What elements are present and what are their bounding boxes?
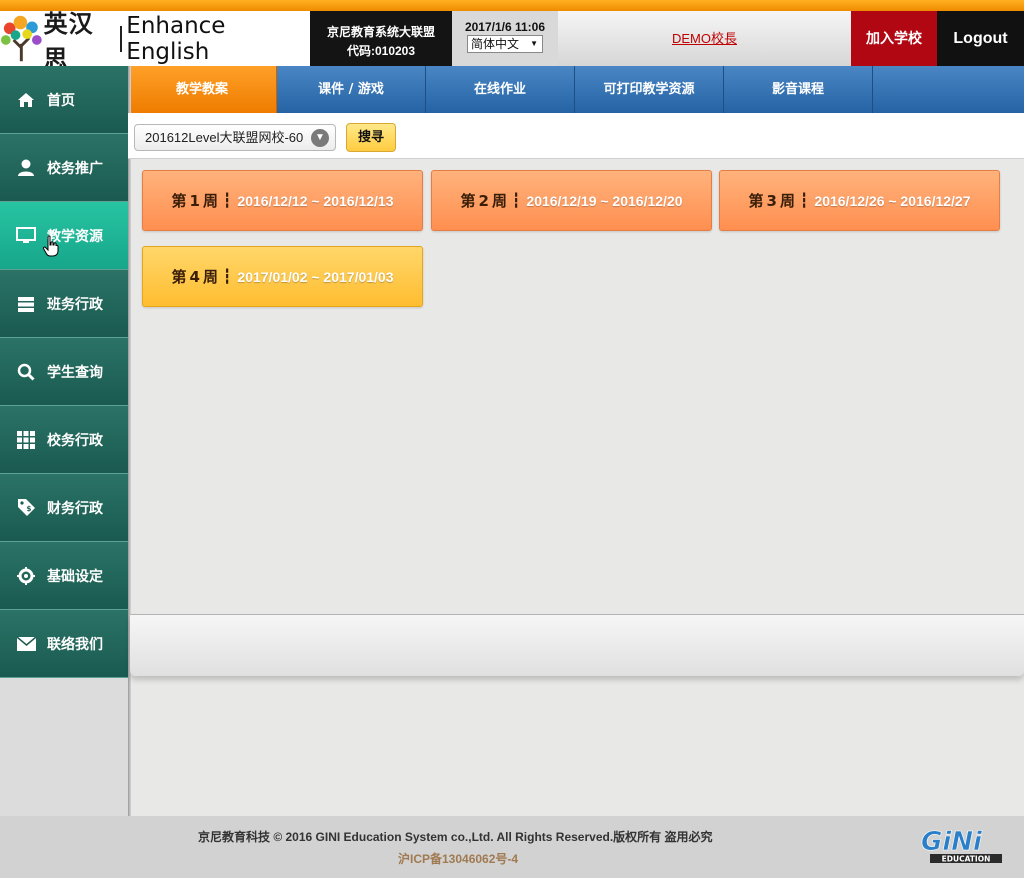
sidebar-item-label: 学生查询 [47,364,103,381]
user-profile-link[interactable]: DEMO校長 [672,31,737,46]
search-icon [16,362,36,382]
sidebar-item-settings[interactable]: 基础设定 [0,542,128,610]
user-icon [16,158,36,178]
icp-license-link[interactable]: 沪ICP备13046062号-4 [398,850,518,867]
monitor-icon [16,226,36,246]
logo-english-text: Enhance English [126,12,226,65]
header: 英汉思 Enhance English 京尼教育系统大联盟 代码:010203 … [0,10,1024,73]
tree-logo-icon [0,15,42,61]
tab-online-homework[interactable]: 在线作业 [426,66,575,113]
week-button-3[interactable]: 第 3 周 ┇ 2016/12/26 ~ 2016/12/27 [719,170,1000,231]
user-box: DEMO校長 [558,11,851,66]
week-suffix: 周 [779,192,795,210]
grid-icon [16,430,36,450]
gini-education-logo: GiNi EDUCATION [921,827,1002,864]
price-tag-icon: $ [16,498,36,518]
sidebar: 首页 校务推广 教学资源 班务行政 学生查询 校务行政 $ 财务行政 基础设定 … [0,66,128,678]
copyright-text: 京尼教育科技 © 2016 GINI Education System co.,… [198,830,713,844]
current-datetime: 2017/1/6 11:06 [464,20,546,34]
week-prefix: 第 [171,268,187,286]
logo-chinese-text: 英汉思 [43,9,94,73]
week-suffix: 周 [202,192,218,210]
sidebar-item-label: 首页 [47,92,75,109]
envelope-icon [16,634,36,654]
sidebar-item-class-admin[interactable]: 班务行政 [0,270,128,338]
tab-courseware-games[interactable]: 课件 / 游戏 [277,66,426,113]
dropdown-arrow-icon: ▼ [530,39,538,48]
week-button-4[interactable]: 第 4 周 ┇ 2017/01/02 ~ 2017/01/03 [142,246,423,307]
filter-bar: 201612Level大联盟网校-60 ▼ 搜寻 [128,113,1024,159]
sidebar-item-label: 联络我们 [47,636,103,653]
content-footer-panel [130,614,1024,676]
brand-sub-text: EDUCATION [942,855,991,864]
school-name: 京尼教育系统大联盟 [326,25,435,39]
week-separator: ┇ [799,192,809,208]
sidebar-item-finance[interactable]: $ 财务行政 [0,474,128,542]
week-separator: ┇ [511,192,521,208]
week-suffix: 周 [491,192,507,210]
tab-printable-resources[interactable]: 可打印教学资源 [575,66,724,113]
class-select-value: 201612Level大联盟网校-60 [145,130,304,145]
week-suffix: 周 [202,268,218,286]
week-date-range: 2017/01/02 ~ 2017/01/03 [237,268,394,285]
svg-text:$: $ [26,505,31,513]
sidebar-item-teaching-resources[interactable]: 教学资源 [0,202,128,270]
week-prefix: 第 [171,192,187,210]
home-icon [16,90,36,110]
week-button-1[interactable]: 第 1 周 ┇ 2016/12/12 ~ 2016/12/13 [142,170,423,231]
brand-text: GiNi [921,827,983,857]
school-code: 代码:010203 [346,44,416,58]
search-button[interactable]: 搜寻 [346,123,396,152]
sidebar-item-home[interactable]: 首页 [0,66,128,134]
week-prefix: 第 [460,192,476,210]
gear-icon [16,566,36,586]
week-button-2[interactable]: 第 2 周 ┇ 2016/12/19 ~ 2016/12/20 [431,170,712,231]
tab-lesson-plans[interactable]: 教学教案 [128,66,277,113]
class-select[interactable]: 201612Level大联盟网校-60 ▼ [134,124,336,151]
week-prefix: 第 [748,192,764,210]
sidebar-item-promotion[interactable]: 校务推广 [0,134,128,202]
tab-video-courses[interactable]: 影音课程 [724,66,873,113]
week-number: 3 [766,191,777,210]
week-separator: ┇ [222,268,232,284]
sidebar-item-label: 校务行政 [47,432,103,449]
page-footer: 京尼教育科技 © 2016 GINI Education System co.,… [0,816,1024,878]
sidebar-item-label: 基础设定 [47,568,103,585]
week-date-range: 2016/12/12 ~ 2016/12/13 [237,192,394,209]
sidebar-item-label: 财务行政 [47,500,103,517]
language-value: 简体中文 [471,37,520,51]
top-accent-stripe [0,0,1024,11]
week-number: 2 [478,191,489,210]
join-school-button[interactable]: 加入学校 [851,11,937,66]
language-select[interactable]: 简体中文 ▼ [467,35,543,53]
sidebar-item-student-lookup[interactable]: 学生查询 [0,338,128,406]
sidebar-filler [0,678,128,816]
week-date-range: 2016/12/19 ~ 2016/12/20 [526,192,683,209]
sidebar-item-label: 班务行政 [47,296,103,313]
week-separator: ┇ [222,192,232,208]
list-icon [16,294,36,314]
week-number: 4 [189,267,200,286]
logout-button[interactable]: Logout [937,11,1024,66]
logo-divider [120,25,123,52]
date-language-box: 2017/1/6 11:06 简体中文 ▼ [452,11,558,66]
hand-cursor-icon [42,235,59,257]
chevron-down-icon: ▼ [311,129,329,147]
tab-bar: 教学教案 课件 / 游戏 在线作业 可打印教学资源 影音课程 [128,66,1024,113]
school-info: 京尼教育系统大联盟 代码:010203 [310,11,452,66]
sidebar-item-label: 校务推广 [47,160,103,177]
week-date-range: 2016/12/26 ~ 2016/12/27 [814,192,971,209]
week-list: 第 1 周 ┇ 2016/12/12 ~ 2016/12/13 第 2 周 ┇ … [131,160,1024,613]
week-number: 1 [189,191,200,210]
sidebar-item-contact[interactable]: 联络我们 [0,610,128,678]
logo[interactable]: 英汉思 Enhance English [0,10,310,73]
sidebar-item-school-admin[interactable]: 校务行政 [0,406,128,474]
